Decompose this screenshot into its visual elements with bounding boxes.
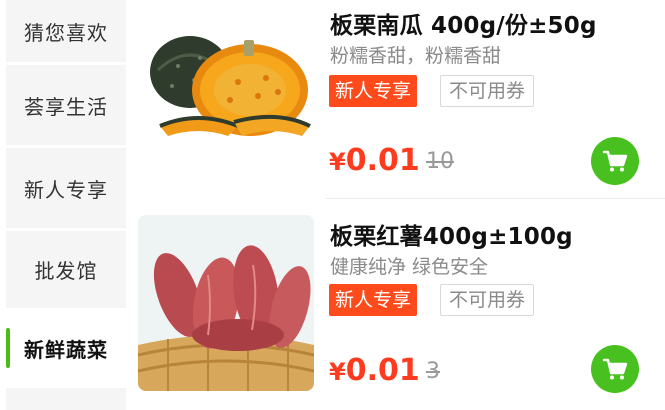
sidebar-item-label: 猜您喜欢	[24, 20, 108, 45]
price-value: 0.01	[345, 353, 420, 388]
product-name: 板栗南瓜 400g/份±50g	[330, 13, 597, 39]
category-sidebar: 猜您喜欢 荟享生活 新人专享 批发馆 新鲜蔬菜	[0, 0, 126, 410]
product-price: ¥0.01	[329, 143, 420, 178]
product-name: 板栗红薯400g±100g	[330, 224, 573, 250]
row-divider	[326, 198, 665, 199]
product-price: ¥0.01	[329, 353, 420, 388]
currency-symbol: ¥	[329, 148, 346, 176]
add-to-cart-button[interactable]	[591, 345, 639, 393]
original-price: 10	[426, 149, 454, 174]
price-value: 0.01	[345, 143, 420, 178]
product-description: 粉糯香甜，粉糯香甜	[330, 45, 502, 67]
new-user-tag: 新人专享	[329, 75, 418, 107]
sidebar-item-wholesale[interactable]: 批发馆	[6, 231, 126, 308]
product-card[interactable]: 板栗南瓜 400g/份±50g 粉糯香甜，粉糯香甜 新人专享 不可用券 ¥0.0…	[136, 0, 665, 199]
cart-icon	[602, 358, 628, 380]
product-description: 健康纯净 绿色安全	[330, 256, 489, 278]
original-price: 3	[426, 359, 440, 384]
sidebar-item-label: 新鲜蔬菜	[24, 337, 108, 362]
sweet-potato-image	[138, 215, 314, 391]
sidebar-item-label: 新人专享	[24, 177, 108, 202]
sidebar-item-life[interactable]: 荟享生活	[6, 65, 126, 145]
no-coupon-tag: 不可用券	[440, 75, 535, 107]
sidebar-item-partial[interactable]	[6, 388, 126, 410]
cart-icon	[602, 150, 628, 172]
add-to-cart-button[interactable]	[591, 137, 639, 185]
pumpkin-image	[138, 10, 314, 186]
currency-symbol: ¥	[329, 358, 346, 386]
product-card[interactable]: 板栗红薯400g±100g 健康纯净 绿色安全 新人专享 不可用券 ¥0.01 …	[136, 205, 665, 395]
sidebar-item-label: 荟享生活	[24, 94, 108, 119]
sidebar-item-label: 批发馆	[34, 259, 98, 283]
sidebar-item-new-user[interactable]: 新人专享	[6, 148, 126, 228]
sidebar-item-guess-you-like[interactable]: 猜您喜欢	[6, 0, 126, 62]
new-user-tag: 新人专享	[329, 284, 418, 316]
sidebar-item-fresh-vegetables[interactable]: 新鲜蔬菜	[6, 308, 126, 388]
no-coupon-tag: 不可用券	[440, 284, 535, 316]
